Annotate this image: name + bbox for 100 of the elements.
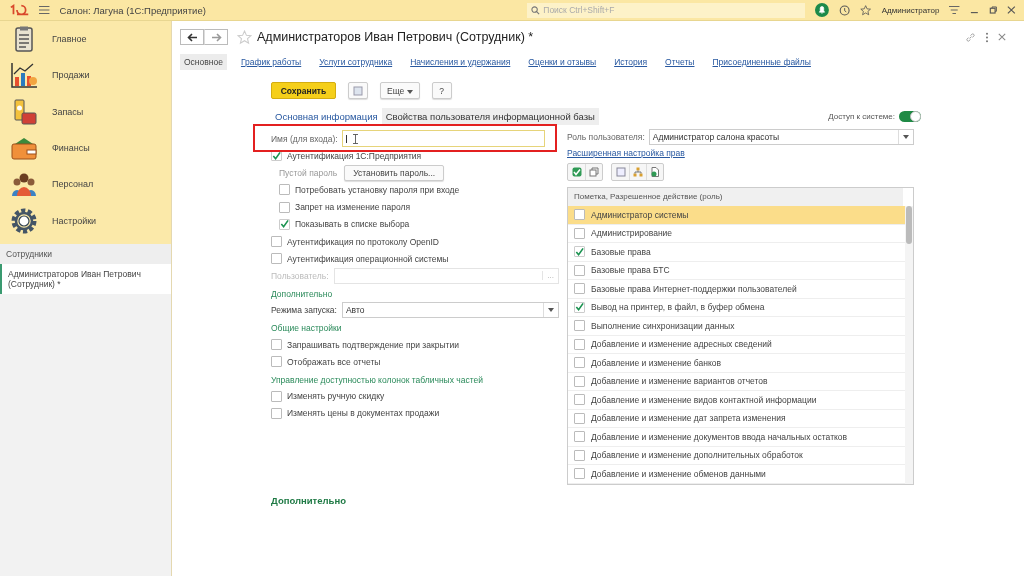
checkbox[interactable] xyxy=(271,390,282,402)
scrollbar[interactable] xyxy=(905,206,913,484)
checkbox-label: Запрашивать подтверждение при закрытии xyxy=(287,339,459,350)
checkbox[interactable] xyxy=(574,394,585,406)
form-tab[interactable]: Услуги сотрудника xyxy=(315,54,397,70)
rights-row[interactable]: Вывод на принтер, в файл, в буфер обмена xyxy=(568,298,905,317)
checkbox[interactable] xyxy=(574,264,585,276)
hierarchy-button[interactable] xyxy=(629,164,646,180)
checkbox-label: Изменять цены в документах продажи xyxy=(287,408,440,419)
link-icon[interactable] xyxy=(965,31,976,43)
checkbox[interactable] xyxy=(574,412,585,424)
password-status: Пустой пароль xyxy=(279,167,338,178)
rights-row[interactable]: Базовые права Интернет-поддержки пользователей xyxy=(568,280,905,299)
rights-row[interactable]: Администратор системы xyxy=(568,206,905,225)
section-item[interactable]: Продажи xyxy=(0,57,171,94)
checkbox[interactable] xyxy=(574,320,585,332)
bell-icon[interactable] xyxy=(815,2,830,18)
menu-icon[interactable] xyxy=(39,5,50,15)
form-tab[interactable]: Оценки и отзывы xyxy=(524,54,601,70)
checkbox[interactable] xyxy=(574,468,585,480)
rights-row[interactable]: Добавление и изменение адресных сведений xyxy=(568,335,905,354)
section-item[interactable]: Главное xyxy=(0,21,171,58)
document-button[interactable] xyxy=(348,82,368,99)
login-field[interactable] xyxy=(341,130,545,147)
star-icon[interactable] xyxy=(860,3,872,17)
checkbox[interactable] xyxy=(574,283,585,295)
square-icon xyxy=(615,167,626,177)
role-select[interactable]: Администратор салона красоты xyxy=(648,128,914,145)
form-tab[interactable]: Основное xyxy=(180,54,227,70)
menu-icon[interactable] xyxy=(949,5,960,15)
checkbox-label: Аутентификация по протоколу OpenID xyxy=(287,236,439,247)
group-heading: Дополнительно xyxy=(271,289,333,300)
open-window-item[interactable]: Администраторов Иван Петрович (Сотрудник) * xyxy=(0,263,171,294)
help-button[interactable]: ? xyxy=(431,82,452,99)
user-label: Пользователь: xyxy=(271,270,329,281)
rights-row[interactable]: Добавление и изменение обменов данными xyxy=(568,465,905,484)
checkbox[interactable] xyxy=(574,449,585,461)
checkbox[interactable] xyxy=(574,246,585,258)
history-icon[interactable] xyxy=(839,3,851,17)
add-document-icon xyxy=(650,167,660,177)
section-tab[interactable]: Основная информация xyxy=(271,108,382,125)
checkbox[interactable] xyxy=(271,407,282,419)
section-tab[interactable]: Свойства пользователя информационной базы xyxy=(381,108,599,125)
set-password-button[interactable]: Установить пароль... xyxy=(344,164,445,181)
rights-row[interactable]: Добавление и изменение вариантов отчетов xyxy=(568,372,905,391)
rights-row[interactable]: Добавление и изменение дополнительных обработок xyxy=(568,446,905,465)
star-icon[interactable] xyxy=(237,29,252,45)
rights-row[interactable]: Администрирование xyxy=(568,224,905,243)
form-tab[interactable]: История xyxy=(610,54,652,70)
rights-row[interactable]: Добавление и изменение дат запрета изменения xyxy=(568,409,905,428)
checkbox[interactable] xyxy=(279,184,290,196)
back-button[interactable] xyxy=(180,29,204,45)
text-cursor-icon xyxy=(352,133,358,144)
more-icon[interactable] xyxy=(985,31,989,43)
restore-icon[interactable] xyxy=(988,5,998,15)
open-windows-header: Сотрудники xyxy=(0,243,171,264)
form-tab[interactable]: Отчеты xyxy=(661,54,699,70)
checkbox[interactable] xyxy=(574,227,585,239)
checkbox[interactable] xyxy=(271,150,282,162)
launch-mode-select[interactable]: Авто xyxy=(341,302,559,319)
checkbox[interactable] xyxy=(279,201,290,213)
save-button[interactable]: Сохранить xyxy=(271,82,336,99)
search-field[interactable]: Поиск Ctrl+Shift+F xyxy=(527,2,806,18)
more-button[interactable]: Еще xyxy=(380,82,420,99)
checkbox[interactable] xyxy=(574,301,585,313)
checkbox[interactable] xyxy=(574,375,585,387)
checkbox[interactable] xyxy=(574,209,585,221)
close-icon[interactable] xyxy=(1007,5,1016,15)
square-icon xyxy=(353,85,363,96)
rights-row[interactable]: Добавление и изменение документов ввода начальных остатков xyxy=(568,428,905,447)
access-toggle[interactable] xyxy=(899,111,921,122)
group-heading: Общие настройки xyxy=(271,323,342,334)
section-item[interactable]: Настройки xyxy=(0,202,171,239)
gear-icon xyxy=(10,206,38,235)
user-name[interactable]: Администратор xyxy=(881,5,940,15)
checkbox[interactable] xyxy=(271,253,282,265)
checkbox[interactable] xyxy=(271,236,282,248)
form-tab[interactable]: Начисления и удержания xyxy=(406,54,515,70)
checkbox[interactable] xyxy=(271,339,282,351)
section-item[interactable]: Персонал xyxy=(0,166,171,203)
copy-button[interactable] xyxy=(585,164,602,180)
rights-settings-link[interactable]: Расширенная настройка прав xyxy=(567,148,685,158)
close-icon[interactable] xyxy=(998,33,1006,41)
checkbox[interactable] xyxy=(574,338,585,350)
rights-row[interactable]: Выполнение синхронизации данных xyxy=(568,317,905,336)
form-tab[interactable]: График работы xyxy=(236,54,306,70)
rights-row[interactable]: Добавление и изменение банков xyxy=(568,354,905,373)
section-item[interactable]: Финансы xyxy=(0,129,171,167)
checkbox[interactable] xyxy=(574,431,585,443)
form-tab[interactable]: Присоединенные файлы xyxy=(708,54,815,70)
section-item[interactable]: Запасы xyxy=(0,93,171,130)
checkbox[interactable] xyxy=(574,357,585,369)
launch-mode-label: Режима запуска: xyxy=(271,305,337,316)
rights-row[interactable]: Добавление и изменение видов контактной информации xyxy=(568,391,905,410)
checkbox-label: Потребовать установку пароля при входе xyxy=(295,184,460,195)
hierarchy-icon xyxy=(633,167,643,177)
checkbox[interactable] xyxy=(271,356,282,368)
rights-row[interactable]: Базовые права БТС xyxy=(568,261,905,280)
checkbox[interactable] xyxy=(279,218,290,230)
rights-row[interactable]: Базовые права xyxy=(568,243,905,262)
